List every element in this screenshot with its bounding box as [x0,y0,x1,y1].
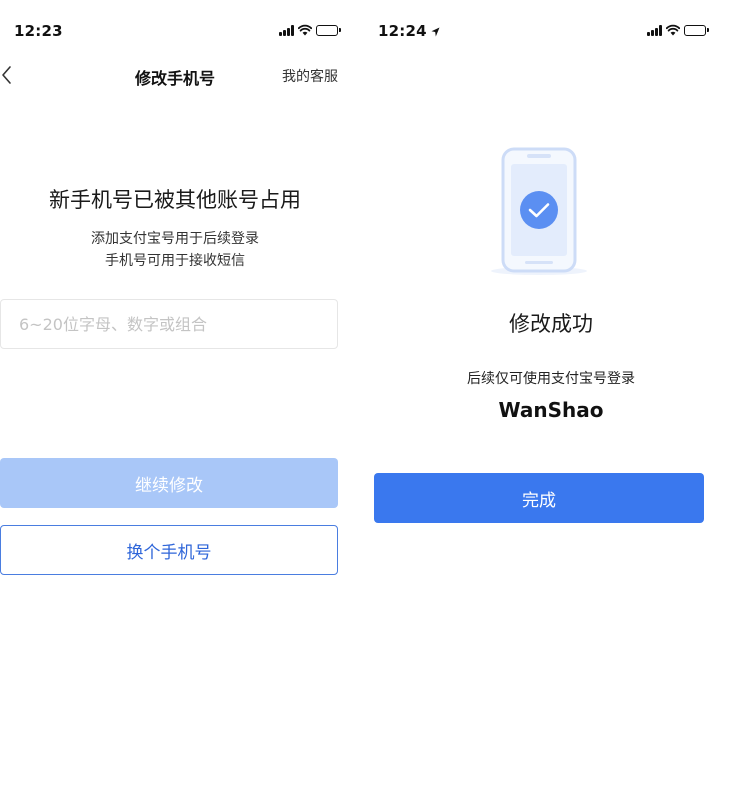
wifi-icon [298,24,312,36]
back-chevron-icon[interactable] [0,62,22,88]
status-bar: 12:23 [0,0,350,64]
phone-check-icon [491,147,587,275]
status-icons [647,24,709,36]
wifi-icon [666,24,680,36]
alipay-id-input[interactable] [1,300,337,348]
occupied-heading: 新手机号已被其他账号占用 [49,188,301,212]
status-time: 12:24 [378,22,440,40]
status-time: 12:23 [14,22,63,40]
subtext-line-1: 添加支付宝号用于后续登录 [91,231,259,247]
success-description: 后续仅可使用支付宝号登录 [467,371,635,387]
battery-icon [316,24,341,36]
status-time-text: 12:24 [378,22,427,40]
account-name: WanShao [498,398,604,422]
battery-icon [684,24,709,36]
success-title: 修改成功 [509,312,593,336]
status-bar: 12:24 [366,0,736,64]
done-button[interactable]: 完成 [374,473,704,523]
change-phone-screen: 12:23 修改手机号 我的客服 新手机号已被其他账号占用 添加支付宝号用于后续… [0,0,350,799]
cellular-signal-icon [279,24,294,36]
change-phone-button[interactable]: 换个手机号 [0,525,338,575]
cellular-signal-icon [647,24,662,36]
subtext-line-2: 手机号可用于接收短信 [105,253,245,269]
success-screen: 12:24 修改成功 后续仅可使用支付宝号登录 WanShao 完成 [366,0,736,799]
nav-bar: 修改手机号 我的客服 [0,60,350,90]
continue-modify-button[interactable]: 继续修改 [0,458,338,508]
location-arrow-icon [431,27,440,37]
alipay-id-field [0,299,338,349]
customer-service-link[interactable]: 我的客服 [282,66,338,86]
status-icons [279,24,341,36]
